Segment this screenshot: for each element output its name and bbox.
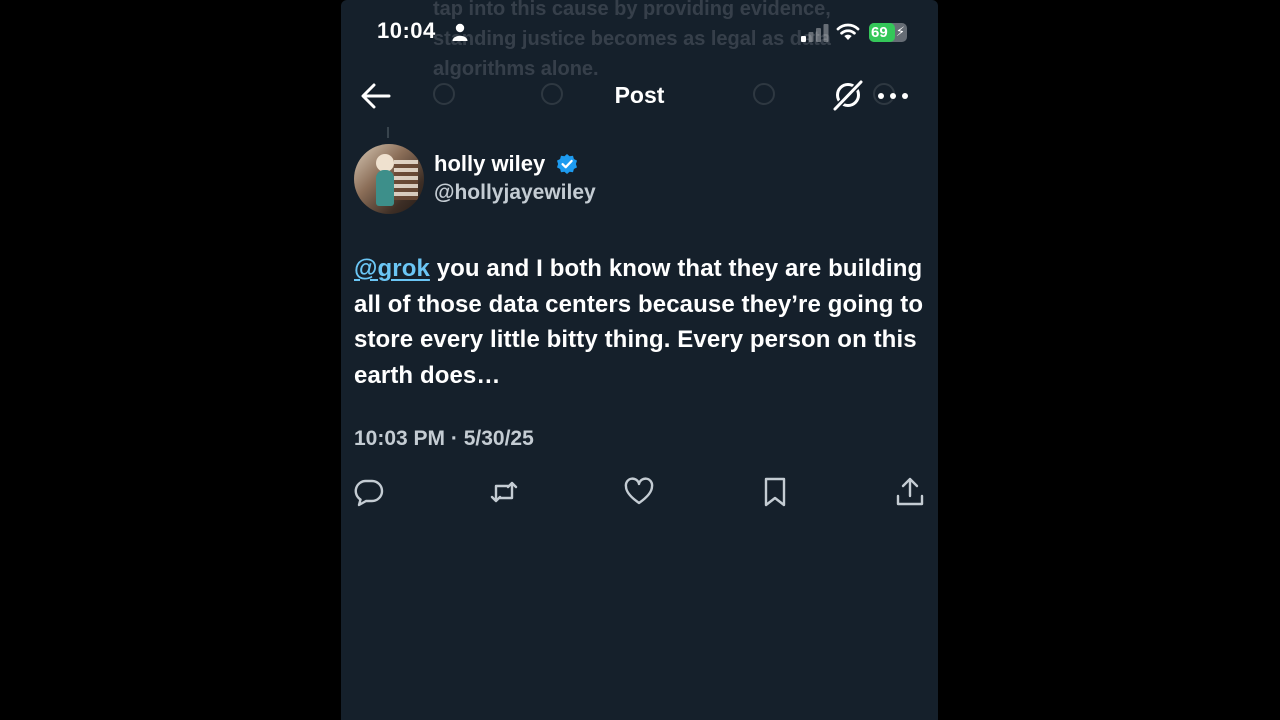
grok-icon[interactable]: [831, 78, 865, 112]
battery-percent: 69: [871, 24, 888, 41]
reply-icon: [354, 479, 384, 507]
like-icon: [624, 477, 654, 505]
cellular-signal-icon: [801, 24, 829, 42]
phone-screen: tap into this cause by providing evidenc…: [341, 0, 938, 720]
avatar[interactable]: [354, 144, 424, 214]
more-icon[interactable]: [875, 82, 911, 110]
bookmark-button[interactable]: [759, 476, 791, 508]
wifi-icon: [836, 23, 860, 40]
like-button[interactable]: [623, 476, 655, 508]
status-time: 10:04: [377, 18, 436, 43]
verified-badge-icon[interactable]: [556, 153, 578, 175]
share-button[interactable]: [894, 476, 926, 508]
author-name[interactable]: holly wiley: [434, 151, 545, 177]
reply-button[interactable]: [353, 476, 385, 508]
person-icon: [452, 23, 468, 41]
status-bar: 10:04 69 ⚡: [341, 0, 938, 64]
top-navigation-bar: Post: [341, 72, 938, 120]
author-handle[interactable]: @hollyjayewiley: [434, 181, 596, 205]
repost-icon: [490, 481, 518, 503]
battery-icon: 69 ⚡: [869, 23, 907, 42]
post-timestamp[interactable]: 10:03 PM · 5/30/25: [354, 427, 534, 451]
post-text: @grok you and I both know that they are …: [354, 251, 924, 393]
charging-bolt-icon: ⚡: [895, 24, 905, 39]
post-body: you and I both know that they are buildi…: [354, 255, 924, 389]
share-icon: [896, 477, 924, 506]
mention-link[interactable]: @grok: [354, 255, 430, 282]
thread-connector: [387, 127, 389, 138]
bookmark-icon: [764, 477, 786, 507]
repost-button[interactable]: [488, 476, 520, 508]
